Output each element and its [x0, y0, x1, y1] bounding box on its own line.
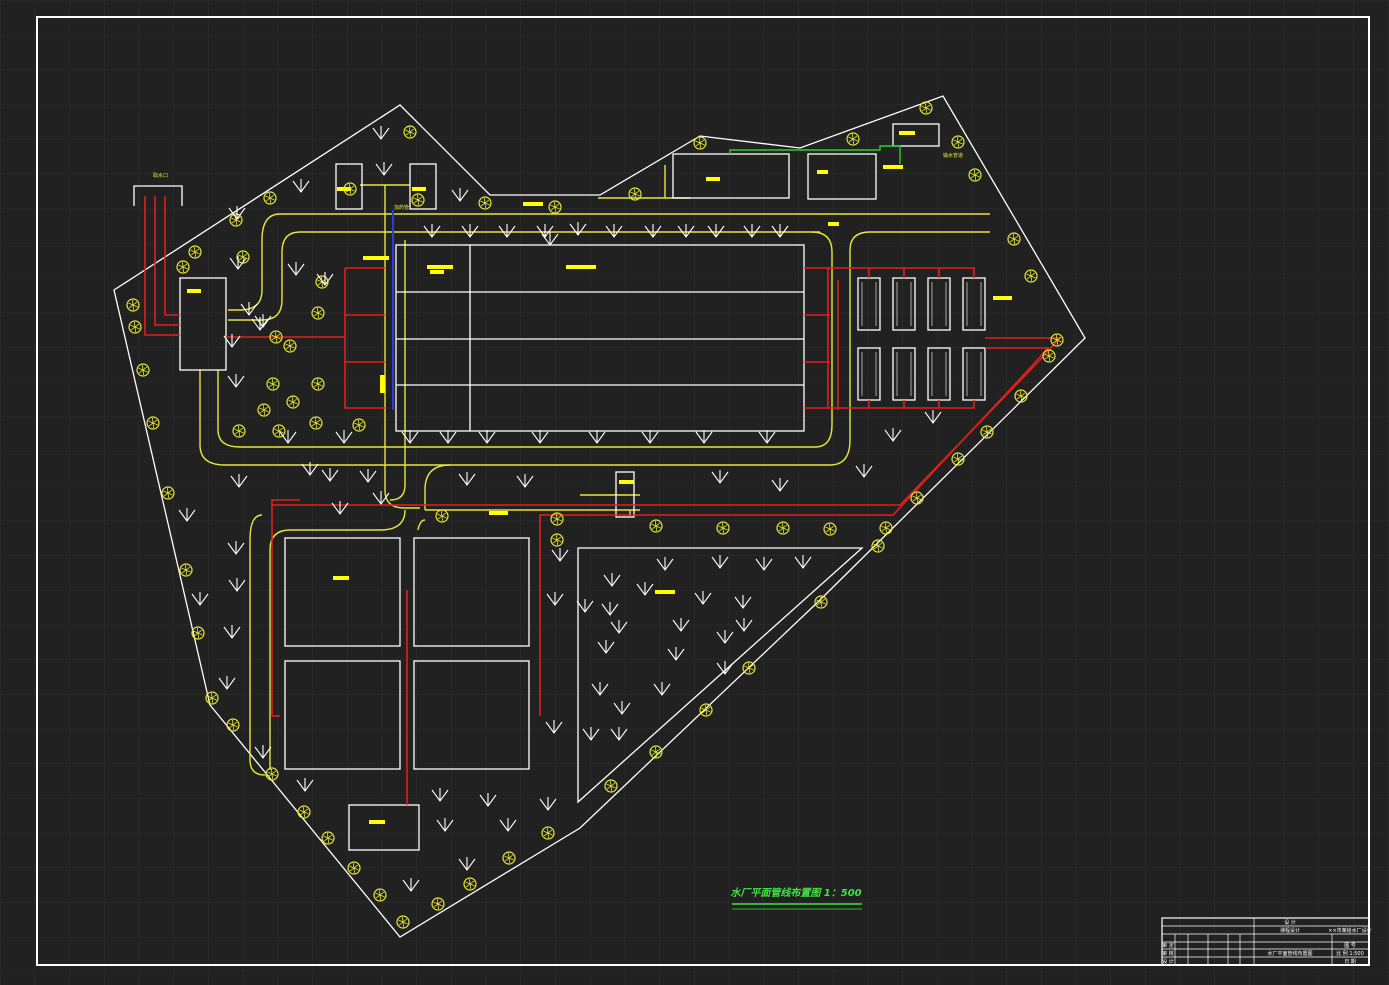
- title-block-cell: 课程设计: [1280, 927, 1300, 934]
- title-block-cell: 审 定: [1162, 942, 1174, 949]
- title-block-cell: 比 例 1:500: [1336, 950, 1364, 957]
- title-block-cell: 设 计: [1284, 919, 1296, 926]
- grid-background: [0, 0, 1389, 985]
- title-block-cell: 审 核: [1162, 950, 1174, 957]
- title-block-cell: 日 期: [1344, 959, 1356, 965]
- title-block-cell: ××市某给水厂设计: [1328, 927, 1371, 934]
- dosing-pipe-label: 加药管: [394, 204, 409, 211]
- intake-label: 取水口: [153, 172, 168, 179]
- drawing-title: 水厂平面管线布置图 1：500: [730, 887, 861, 899]
- outlet-pipe-label: 输水管道: [943, 152, 963, 159]
- cad-drawing-canvas[interactable]: 取水口 加药管 输水管道 水厂平面管线布置图 1：500 设 计课程设计 ××市某…: [0, 0, 1389, 985]
- title-block-cell: 图 号: [1344, 943, 1356, 949]
- title-block-cell: 设 计: [1162, 958, 1174, 965]
- title-block-cell: 水厂平面管线布置图: [1267, 950, 1312, 957]
